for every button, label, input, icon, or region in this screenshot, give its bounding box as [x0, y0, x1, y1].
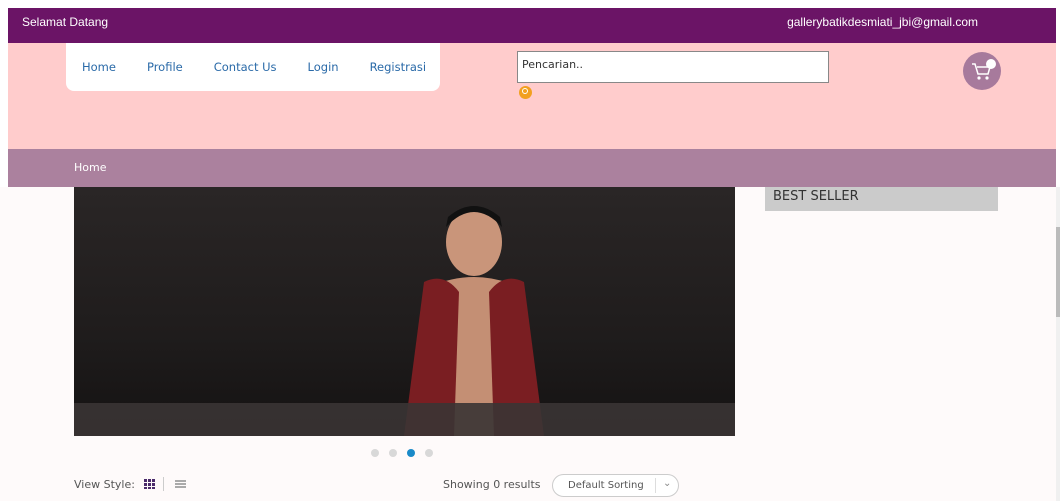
scrollbar-thumb[interactable]	[1056, 227, 1060, 317]
sorting-select[interactable]: Default Sorting ⌄	[552, 474, 679, 497]
cart-badge	[986, 59, 996, 69]
sorting-divider	[655, 478, 656, 493]
grid-view-icon[interactable]	[144, 479, 155, 489]
search-icon[interactable]	[519, 86, 532, 99]
header: Home Profile Contact Us Login Registrasi…	[8, 43, 1056, 149]
sorting-selected: Default Sorting	[568, 480, 644, 491]
slide-image	[404, 206, 544, 436]
contact-email: gallerybatikdesmiati_jbi@gmail.com	[787, 15, 978, 29]
breadcrumb: Home	[8, 149, 1056, 187]
chevron-down-icon: ⌄	[663, 478, 672, 489]
nav-registrasi[interactable]: Registrasi	[370, 60, 427, 74]
welcome-text: Selamat Datang	[22, 15, 109, 29]
slider-dot-2[interactable]	[389, 449, 397, 457]
slider-dots	[371, 449, 433, 457]
slider-dot-1[interactable]	[371, 449, 379, 457]
view-style-label: View Style:	[74, 478, 135, 491]
results-count: Showing 0 results	[443, 478, 541, 491]
bestseller-heading: BEST SELLER	[765, 187, 998, 211]
cart-button[interactable]	[963, 52, 1001, 90]
nav-login[interactable]: Login	[308, 60, 339, 74]
list-view-icon[interactable]	[175, 480, 186, 489]
slide-floor	[74, 403, 735, 436]
hero-slider[interactable]	[74, 187, 735, 436]
nav-profile[interactable]: Profile	[147, 60, 183, 74]
page-scrollbar[interactable]	[1056, 187, 1060, 501]
view-divider	[163, 477, 164, 491]
nav-home[interactable]: Home	[82, 60, 116, 74]
nav-contact-us[interactable]: Contact Us	[214, 60, 277, 74]
breadcrumb-home[interactable]: Home	[74, 161, 106, 174]
slider-dot-3[interactable]	[407, 449, 415, 457]
search-input[interactable]: Pencarian..	[517, 51, 829, 83]
main-nav: Home Profile Contact Us Login Registrasi	[66, 43, 440, 91]
slider-dot-4[interactable]	[425, 449, 433, 457]
top-bar: Selamat Datang gallerybatikdesmiati_jbi@…	[8, 8, 1056, 43]
